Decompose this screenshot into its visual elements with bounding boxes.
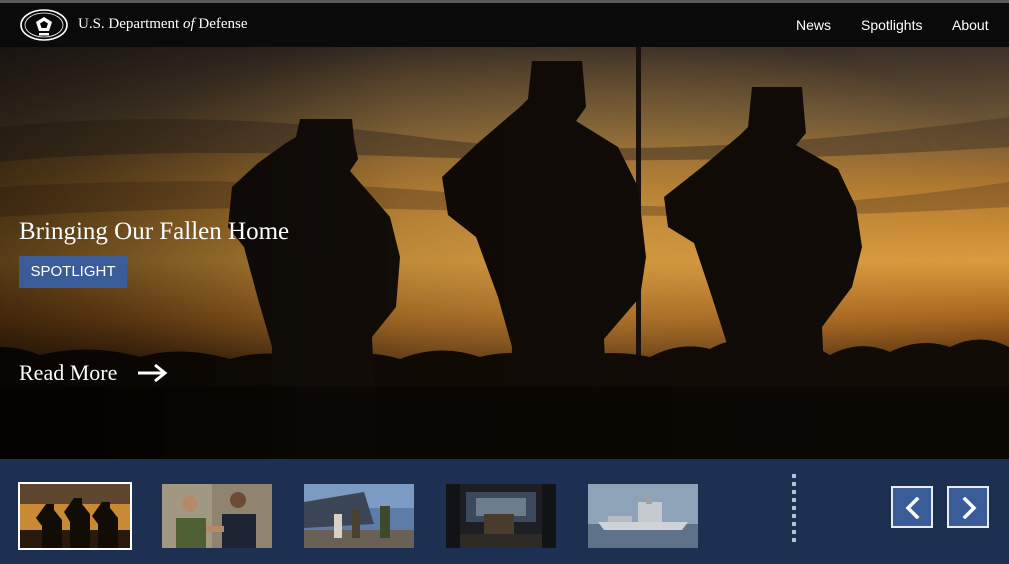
site-header: U.S. Department of Defense News Spotligh… — [0, 3, 1009, 47]
thumbnail-image — [304, 484, 414, 548]
carousel-scroll-indicator — [792, 474, 796, 542]
chevron-right-icon — [962, 497, 977, 519]
dod-seal-icon[interactable] — [20, 9, 68, 41]
thumbnail-ship[interactable] — [588, 484, 698, 548]
thumbnail-handshake[interactable] — [162, 484, 272, 548]
chevron-left-icon — [905, 497, 920, 519]
thumbnail-salute-silhouettes[interactable] — [18, 482, 132, 550]
read-more-link[interactable]: Read More — [19, 356, 169, 390]
thumbnail-image — [162, 484, 272, 548]
nav-news[interactable]: News — [796, 17, 831, 33]
nav-spotlights[interactable]: Spotlights — [861, 17, 922, 33]
brand-of: of — [182, 16, 195, 32]
brand-suffix: Defense — [198, 16, 248, 32]
thumbnail-cargo-hold[interactable] — [446, 484, 556, 548]
thumbnail-image — [588, 484, 698, 548]
read-more-label: Read More — [19, 360, 118, 385]
arrow-right-icon — [138, 363, 168, 383]
brand-prefix: U.S. Department — [78, 16, 180, 32]
hero-banner[interactable]: Bringing Our Fallen Home SPOTLIGHT Read … — [0, 47, 1009, 459]
spotlight-tag[interactable]: SPOTLIGHT — [19, 256, 127, 288]
thumbnail-image — [20, 484, 130, 548]
nav-about[interactable]: About — [952, 17, 989, 33]
thumbnail-carousel — [0, 459, 1009, 564]
site-brand[interactable]: U.S. Department of Defense — [78, 16, 248, 33]
hero-title[interactable]: Bringing Our Fallen Home — [19, 218, 289, 246]
thumbnail-image — [446, 484, 556, 548]
thumbnail-pier-group[interactable] — [304, 484, 414, 548]
hero-image — [0, 47, 1009, 459]
carousel-next-button[interactable] — [947, 486, 989, 528]
carousel-prev-button[interactable] — [891, 486, 933, 528]
